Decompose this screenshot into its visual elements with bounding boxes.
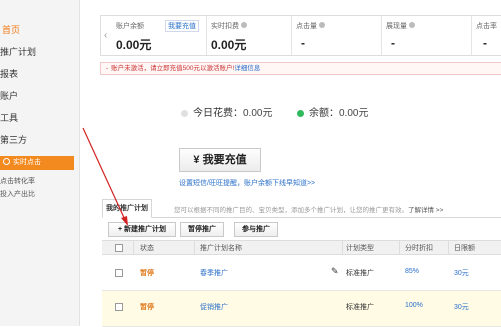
- sidebar-item-home[interactable]: 首页: [2, 23, 20, 36]
- new-campaign-button[interactable]: + 新建推广计划: [108, 222, 176, 237]
- stats-cards: ‹ 账户余额 我要充值 0.00元 实时扣费 0.00元 点击量 - 展现量 -…: [100, 15, 501, 56]
- realtime-click-widget[interactable]: 实时点击: [0, 156, 74, 170]
- row-discount[interactable]: 85%: [405, 268, 419, 275]
- sidebar-item-account[interactable]: 账户: [0, 89, 18, 102]
- row-type: 标准推广: [346, 304, 374, 311]
- recharge-button[interactable]: ¥ 我要充值: [179, 148, 261, 172]
- card-clicks: 点击量 -: [291, 16, 381, 55]
- notice-text: 账户未激活，请立即充值500元以激活账户!: [111, 65, 235, 72]
- notice-dash: -: [106, 65, 109, 72]
- row-discount[interactable]: 100%: [405, 302, 423, 309]
- card-realtime-spend-label: 实时扣费: [211, 23, 239, 30]
- sidebar-item-tools[interactable]: 工具: [0, 111, 18, 124]
- balance-label: 余额：: [309, 108, 339, 119]
- card-ctr-value: -: [483, 36, 487, 50]
- balance-dot-icon: [297, 110, 304, 117]
- balance-summary: 余额：0.00元: [297, 104, 368, 119]
- main-content: ‹ 账户余额 我要充值 0.00元 实时扣费 0.00元 点击量 - 展现量 -…: [88, 0, 501, 327]
- header-name: 推广计划名称: [200, 245, 242, 252]
- select-all-checkbox[interactable]: [115, 244, 123, 252]
- balance-value: 0.00元: [339, 108, 369, 119]
- card-ctr-label: 点击率: [476, 23, 497, 30]
- table-header: 状态 推广计划名称 计划类型 分时折扣 日限额: [102, 240, 501, 255]
- header-type: 计划类型: [346, 245, 374, 252]
- table-row[interactable]: 暂停 促销推广 标准推广 100% 30元: [102, 291, 501, 327]
- row-campaign-name[interactable]: 春季推广: [200, 268, 228, 278]
- roi-label: 投入产出比: [0, 191, 35, 198]
- join-campaign-button[interactable]: 参与推广: [234, 222, 278, 237]
- sidebar-item-reports[interactable]: 报表: [0, 67, 18, 80]
- card-impressions: 展现量 -: [381, 16, 471, 55]
- card-balance: 账户余额 我要充值 0.00元: [111, 16, 206, 55]
- today-spend: 今日花费：0.00元: [181, 104, 272, 119]
- header-daily-limit: 日限额: [454, 245, 475, 252]
- pause-campaign-button[interactable]: 暂停推广: [180, 222, 224, 237]
- recharge-link[interactable]: 我要充值: [165, 20, 199, 32]
- clock-icon: [3, 158, 10, 165]
- campaign-tabbar: 我的推广计划 您可以根据不同的推广目的、宝贝类型，添加多个推广计划，让您的推广更…: [102, 199, 501, 218]
- tab-tip: 您可以根据不同的推广目的、宝贝类型，添加多个推广计划，让您的推广更有效。了解详情…: [174, 204, 443, 214]
- card-clicks-label: 点击量: [296, 23, 317, 30]
- today-dot-icon: [181, 110, 188, 117]
- card-clicks-value: -: [301, 36, 305, 50]
- sidebar-item-third-party[interactable]: 第三方: [0, 133, 27, 146]
- header-status: 状态: [140, 245, 154, 252]
- tab-tip-text: 您可以根据不同的推广目的、宝贝类型，添加多个推广计划，让您的推广更有效。: [174, 207, 408, 214]
- card-balance-value: 0.00元: [116, 38, 152, 52]
- card-impressions-label: 展现量: [386, 23, 407, 30]
- learn-more-link[interactable]: 了解详情 >>: [408, 207, 443, 214]
- row-campaign-name[interactable]: 促销推广: [200, 302, 228, 312]
- card-realtime-spend: 实时扣费 0.00元: [206, 16, 291, 55]
- edit-pencil-icon[interactable]: ✎: [331, 266, 339, 277]
- card-realtime-spend-value: 0.00元: [211, 38, 247, 52]
- row-daily-limit[interactable]: 30元: [454, 268, 469, 278]
- row-daily-limit[interactable]: 30元: [454, 302, 469, 312]
- row-status: 暂停: [140, 304, 154, 311]
- today-spend-label: 今日花费：: [193, 108, 243, 119]
- sidebar: 首页 推广计划 报表 账户 工具 第三方 实时点击 点击转化率 投入产出比: [0, 0, 80, 326]
- table-row[interactable]: 暂停 春季推广 ✎ 标准推广 85% 30元: [102, 255, 501, 291]
- row-status: 暂停: [140, 270, 154, 277]
- card-balance-label: 账户余额: [116, 23, 144, 30]
- chevron-left-icon[interactable]: ‹: [104, 30, 107, 41]
- row-checkbox[interactable]: [115, 269, 123, 277]
- help-icon[interactable]: [319, 22, 325, 28]
- tab-my-campaigns[interactable]: 我的推广计划: [102, 199, 152, 218]
- click-conversion-label: 点击转化率: [0, 178, 35, 185]
- header-discount: 分时折扣: [405, 245, 433, 252]
- realtime-click-title: 实时点击: [13, 159, 41, 166]
- help-icon[interactable]: [241, 22, 247, 28]
- sidebar-item-campaigns[interactable]: 推广计划: [0, 45, 36, 58]
- notice-detail-link[interactable]: 详细信息: [234, 65, 260, 72]
- help-icon[interactable]: [409, 22, 415, 28]
- row-type: 标准推广: [346, 270, 374, 277]
- activation-notice: - 账户未激活，请立即充值500元以激活账户!详细信息: [100, 62, 501, 75]
- card-impressions-value: -: [391, 36, 395, 50]
- today-spend-value: 0.00元: [243, 108, 273, 119]
- row-checkbox[interactable]: [115, 303, 123, 311]
- sms-reminder-link[interactable]: 设置短信/旺旺提醒，账户余额下线早知道>>: [179, 178, 315, 188]
- card-ctr: 点击率 -: [471, 16, 501, 55]
